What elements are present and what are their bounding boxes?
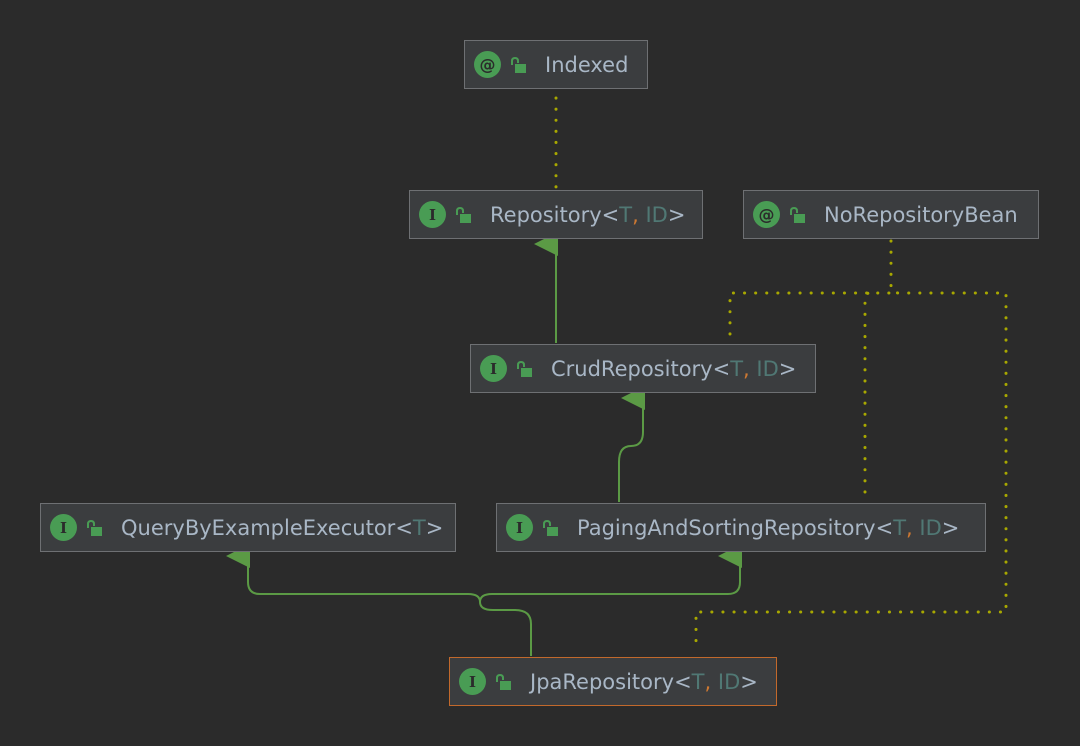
node-label: Repository<T, ID> [490, 202, 686, 227]
node-jpa[interactable]: I JpaRepository<T, ID> [449, 657, 777, 706]
edge-crud-norepobean [728, 291, 893, 336]
unlocked-lock-icon [790, 206, 805, 223]
edge-jpa-norepobean [694, 239, 1008, 652]
edge-paging-crud [618, 386, 645, 502]
node-paging[interactable]: I PagingAndSortingRepository<T, ID> [496, 503, 986, 552]
type-param: T [730, 356, 744, 381]
node-label: JpaRepository<T, ID> [530, 669, 758, 694]
node-label: CrudRepository<T, ID> [551, 356, 797, 381]
interface-icon: I [419, 201, 446, 228]
interface-icon: I [506, 514, 533, 541]
class-name: Repository [490, 202, 602, 227]
node-label: QueryByExampleExecutor<T> [121, 515, 444, 540]
unlocked-lock-icon [543, 519, 558, 536]
type-param: T [691, 669, 705, 694]
interface-icon: I [480, 355, 507, 382]
class-name: JpaRepository [530, 669, 675, 694]
class-name: CrudRepository [551, 356, 713, 381]
class-name: QueryByExampleExecutor [121, 515, 396, 540]
node-norepobean[interactable]: @ NoRepositoryBean [743, 190, 1039, 239]
type-param: T [893, 515, 907, 540]
node-label: Indexed [545, 52, 629, 77]
node-qbe[interactable]: I QueryByExampleExecutor<T> [40, 503, 456, 552]
unlocked-lock-icon [511, 56, 526, 73]
node-indexed[interactable]: @ Indexed [464, 40, 648, 89]
unlocked-lock-icon [517, 360, 532, 377]
node-label: NoRepositoryBean [824, 202, 1018, 227]
type-param: ID [756, 356, 779, 381]
unlocked-lock-icon [87, 519, 102, 536]
type-param: T [412, 515, 426, 540]
edge-jpa-qbe [226, 544, 532, 656]
node-crud[interactable]: I CrudRepository<T, ID> [470, 344, 816, 393]
unlocked-lock-icon [456, 206, 471, 223]
node-label: PagingAndSortingRepository<T, ID> [577, 515, 960, 540]
annotation-icon: @ [474, 51, 501, 78]
type-param: T [619, 202, 633, 227]
interface-icon: I [459, 668, 486, 695]
unlocked-lock-icon [496, 673, 511, 690]
type-param: ID [645, 202, 668, 227]
type-param: ID [919, 515, 942, 540]
interface-icon: I [50, 514, 77, 541]
annotation-icon: @ [753, 201, 780, 228]
edge-paging-norepobean [863, 291, 872, 494]
node-repository[interactable]: I Repository<T, ID> [409, 190, 703, 239]
edge-jpa-paging [479, 544, 742, 603]
class-name: PagingAndSortingRepository [577, 515, 876, 540]
type-param: ID [717, 669, 741, 694]
